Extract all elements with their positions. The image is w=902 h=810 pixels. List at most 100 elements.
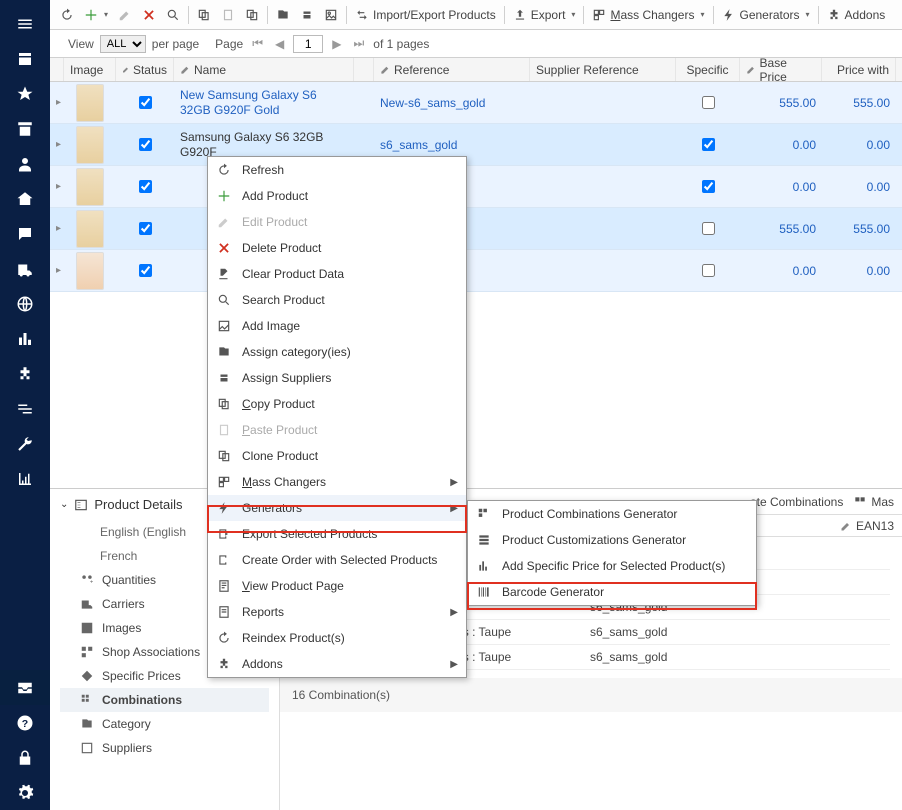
wrench-icon[interactable] <box>0 426 50 461</box>
copy-button[interactable] <box>193 5 215 25</box>
col-ean13[interactable]: EAN13 <box>840 519 894 533</box>
add-button[interactable]: ▾ <box>80 5 112 25</box>
tab-ate-combinations[interactable]: ate Combinations <box>750 495 843 509</box>
ctx-view-page[interactable]: View Product Page <box>208 573 466 599</box>
page-label: Page <box>215 37 243 51</box>
svg-text:?: ? <box>22 717 28 729</box>
help-icon[interactable]: ? <box>0 705 50 740</box>
archive-icon[interactable] <box>0 111 50 146</box>
first-page-button[interactable]: ⏮ <box>249 36 266 51</box>
ctx-add-product[interactable]: Add Product <box>208 183 466 209</box>
col-specific[interactable]: Specific <box>676 58 740 81</box>
clone-button[interactable] <box>241 5 263 25</box>
chart-icon[interactable] <box>0 461 50 496</box>
table-row[interactable]: ▸ Samsung Galaxy S6 32GB G920F s6_sams_g… <box>50 124 902 166</box>
status-checkbox[interactable] <box>139 180 152 193</box>
specific-checkbox[interactable] <box>702 264 715 277</box>
export-label: Export <box>531 8 566 22</box>
ctx-addons[interactable]: Addons▶ <box>208 651 466 677</box>
col-image[interactable]: Image <box>64 58 116 81</box>
ctx-clone[interactable]: Clone Product <box>208 443 466 469</box>
assign-cat-button[interactable] <box>272 5 294 25</box>
status-checkbox[interactable] <box>139 96 152 109</box>
lock-icon[interactable] <box>0 740 50 775</box>
home-icon[interactable] <box>0 181 50 216</box>
status-checkbox[interactable] <box>139 138 152 151</box>
specific-checkbox[interactable] <box>702 96 715 109</box>
refresh-button[interactable] <box>56 5 78 25</box>
export-button[interactable]: Export▾ <box>509 5 580 25</box>
col-supplier-ref[interactable]: Supplier Reference <box>530 58 676 81</box>
ctx-mass-changers[interactable]: Mass Changers▶ <box>208 469 466 495</box>
ctx-add-image[interactable]: Add Image <box>208 313 466 339</box>
next-page-button[interactable]: ▶ <box>329 37 344 51</box>
col-price-with[interactable]: Price with <box>822 58 896 81</box>
paste-button[interactable] <box>217 5 239 25</box>
ctx-assign-sup[interactable]: Assign Suppliers <box>208 365 466 391</box>
search-button[interactable] <box>162 5 184 25</box>
table-row[interactable]: ▸ m 0.00 0.00 <box>50 250 902 292</box>
ctx-create-order[interactable]: Create Order with Selected Products <box>208 547 466 573</box>
import-export-button[interactable]: Import/Export Products <box>351 5 500 25</box>
delete-button[interactable] <box>138 5 160 25</box>
per-page-select[interactable]: ALL <box>100 35 146 53</box>
specific-checkbox[interactable] <box>702 222 715 235</box>
mass-changers-label: Mass Changers <box>610 8 694 22</box>
nav-combinations[interactable]: Combinations <box>60 688 269 712</box>
grid-header: Image Status Name Reference Supplier Ref… <box>50 58 902 82</box>
ctx-generators[interactable]: Generators▶ <box>208 495 466 521</box>
table-row[interactable]: ▸ 0.00 0.00 <box>50 166 902 208</box>
ctx-copy[interactable]: Copy Product <box>208 391 466 417</box>
ctx-search[interactable]: Search Product <box>208 287 466 313</box>
shop-icon[interactable] <box>0 41 50 76</box>
sub-barcode-gen[interactable]: Barcode Generator <box>468 579 756 605</box>
ctx-assign-cat[interactable]: Assign category(ies) <box>208 339 466 365</box>
ctx-delete-product[interactable]: Delete Product <box>208 235 466 261</box>
assign-sup-button[interactable] <box>296 5 318 25</box>
nav-category[interactable]: Category <box>60 712 269 736</box>
grid-body: ▸ New Samsung Galaxy S6 32GB G920F Gold … <box>50 82 902 292</box>
globe-icon[interactable] <box>0 286 50 321</box>
col-base-price[interactable]: Base Price <box>740 58 822 81</box>
sub-specific-price[interactable]: Add Specific Price for Selected Product(… <box>468 553 756 579</box>
stats-icon[interactable] <box>0 321 50 356</box>
sub-combinations-gen[interactable]: Product Combinations Generator <box>468 501 756 527</box>
main-toolbar: ▾ Import/Export Products Export▾ Mass Ch… <box>50 0 902 30</box>
view-label: View <box>68 37 94 51</box>
truck-icon[interactable] <box>0 251 50 286</box>
table-row[interactable]: ▸ 920F 555.00 555.00 <box>50 208 902 250</box>
puzzle-icon[interactable] <box>0 356 50 391</box>
ctx-reports[interactable]: Reports▶ <box>208 599 466 625</box>
import-export-label: Import/Export Products <box>373 8 496 22</box>
col-name[interactable]: Name <box>174 58 354 81</box>
specific-checkbox[interactable] <box>702 180 715 193</box>
generators-button[interactable]: Generators▾ <box>718 5 814 25</box>
nav-suppliers[interactable]: Suppliers <box>60 736 269 760</box>
specific-checkbox[interactable] <box>702 138 715 151</box>
menu-icon[interactable] <box>0 6 50 41</box>
col-reference[interactable]: Reference <box>374 58 530 81</box>
sliders-icon[interactable] <box>0 391 50 426</box>
table-row[interactable]: ▸ New Samsung Galaxy S6 32GB G920F Gold … <box>50 82 902 124</box>
gear-icon[interactable] <box>0 775 50 810</box>
star-icon[interactable] <box>0 76 50 111</box>
user-icon[interactable] <box>0 146 50 181</box>
ctx-refresh[interactable]: Refresh <box>208 157 466 183</box>
ctx-export-selected[interactable]: Export Selected Products <box>208 521 466 547</box>
status-checkbox[interactable] <box>139 222 152 235</box>
addons-button[interactable]: Addons <box>823 5 890 25</box>
page-input[interactable] <box>293 35 323 53</box>
chat-icon[interactable] <box>0 216 50 251</box>
prev-page-button[interactable]: ◀ <box>272 37 287 51</box>
sub-customizations-gen[interactable]: Product Customizations Generator <box>468 527 756 553</box>
status-checkbox[interactable] <box>139 264 152 277</box>
tab-mass[interactable]: Mas <box>853 495 894 509</box>
image-button[interactable] <box>320 5 342 25</box>
ctx-reindex[interactable]: Reindex Product(s) <box>208 625 466 651</box>
last-page-button[interactable]: ⏭ <box>350 36 367 51</box>
inbox-icon[interactable] <box>0 670 50 705</box>
ctx-clear-data[interactable]: Clear Product Data <box>208 261 466 287</box>
mass-changers-button[interactable]: Mass Changers▾ <box>588 5 708 25</box>
edit-button[interactable] <box>114 5 136 25</box>
col-status[interactable]: Status <box>116 58 174 81</box>
